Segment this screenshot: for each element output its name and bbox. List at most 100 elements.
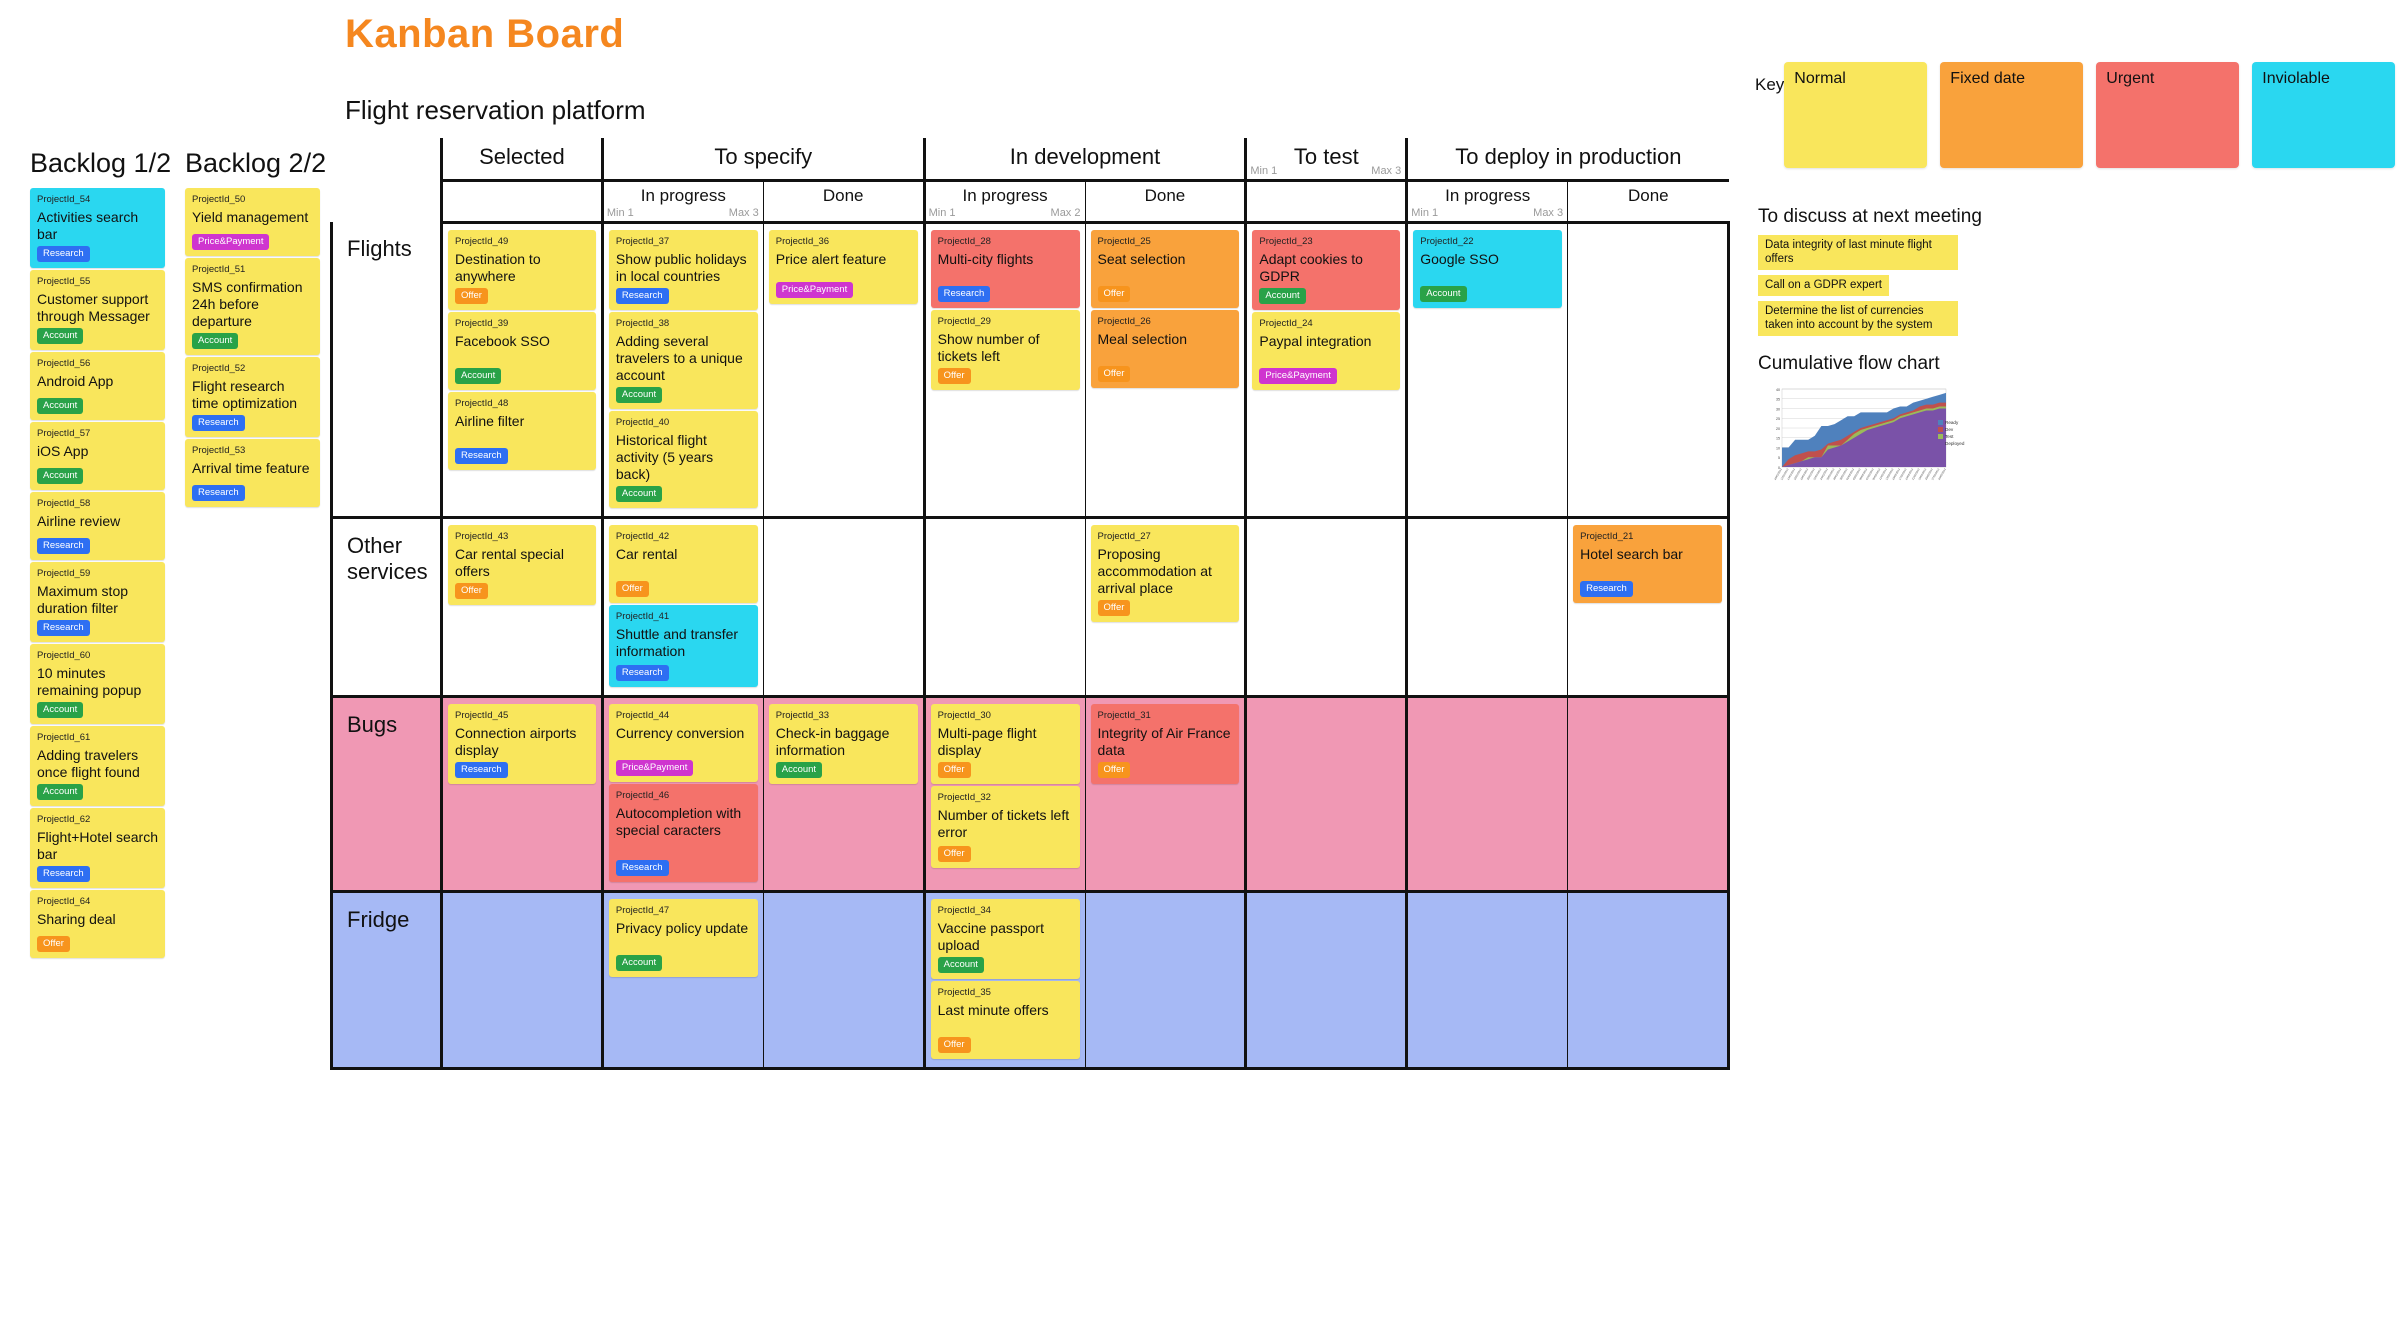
- kanban-card[interactable]: ProjectId_42 Car rental Offer: [608, 524, 758, 603]
- kanban-card[interactable]: ProjectId_30 Multi-page flight display Off…: [930, 703, 1080, 784]
- kanban-card[interactable]: ProjectId_52 Flight research time optimiz…: [185, 357, 320, 437]
- board-cell[interactable]: [1244, 517, 1407, 698]
- card-tag[interactable]: Research: [937, 285, 991, 302]
- card-tag[interactable]: Offer: [937, 845, 971, 862]
- card-tag[interactable]: Offer: [37, 936, 70, 952]
- card-tag[interactable]: Research: [615, 859, 669, 876]
- board-cell[interactable]: ProjectId_47 Privacy policy update Account: [600, 891, 764, 1070]
- card-tag[interactable]: Offer: [1097, 761, 1131, 778]
- kanban-card[interactable]: ProjectId_51 SMS confirmation 24h before …: [185, 258, 320, 355]
- board-cell[interactable]: [762, 891, 925, 1070]
- board-cell[interactable]: ProjectId_42 Car rental Offer ProjectId_41 S…: [600, 517, 764, 698]
- card-tag[interactable]: Account: [615, 386, 663, 403]
- kanban-card[interactable]: ProjectId_31 Integrity of Air France data…: [1090, 703, 1240, 784]
- card-tag[interactable]: Account: [1420, 285, 1467, 302]
- board-cell[interactable]: ProjectId_43 Car rental special offers Off…: [440, 517, 603, 698]
- board-cell[interactable]: [1567, 222, 1730, 519]
- kanban-card[interactable]: ProjectId_53 Arrival time feature Research: [185, 439, 320, 507]
- board-cell[interactable]: [1567, 696, 1730, 893]
- kanban-card[interactable]: ProjectId_48 Airline filter Research: [448, 391, 596, 470]
- discuss-item[interactable]: Call on a GDPR expert: [1758, 275, 1889, 296]
- card-tag[interactable]: Research: [455, 761, 508, 778]
- card-tag[interactable]: Account: [615, 954, 663, 971]
- kanban-card[interactable]: ProjectId_59 Maximum stop duration filter…: [30, 562, 165, 642]
- board-cell[interactable]: [1567, 891, 1730, 1070]
- card-tag[interactable]: Offer: [1097, 285, 1131, 302]
- kanban-card[interactable]: ProjectId_44 Currency conversion Price&Pay…: [608, 703, 758, 782]
- kanban-card[interactable]: ProjectId_29 Show number of tickets left O…: [930, 309, 1080, 390]
- board-cell[interactable]: ProjectId_34 Vaccine passport upload Accou…: [922, 891, 1085, 1070]
- kanban-card[interactable]: ProjectId_36 Price alert feature Price&Pay…: [768, 229, 918, 304]
- kanban-card[interactable]: ProjectId_34 Vaccine passport upload Accou…: [930, 898, 1080, 979]
- card-tag[interactable]: Account: [937, 956, 984, 973]
- kanban-card[interactable]: ProjectId_46 Autocompletion with special …: [608, 783, 758, 882]
- kanban-card[interactable]: ProjectId_39 Facebook SSO Account: [448, 311, 596, 390]
- board-cell[interactable]: ProjectId_22 Google SSO Account: [1405, 222, 1568, 519]
- card-tag[interactable]: Research: [37, 866, 90, 882]
- kanban-card[interactable]: ProjectId_22 Google SSO Account: [1413, 229, 1563, 308]
- kanban-card[interactable]: ProjectId_61 Adding travelers once flight…: [30, 726, 165, 806]
- kanban-card[interactable]: ProjectId_45 Connection airports display R…: [448, 703, 596, 784]
- kanban-card[interactable]: ProjectId_37 Show public holidays in loca…: [608, 229, 758, 310]
- kanban-card[interactable]: ProjectId_40 Historical flight activity (…: [608, 410, 758, 508]
- card-tag[interactable]: Research: [615, 664, 669, 681]
- card-tag[interactable]: Offer: [455, 287, 488, 304]
- card-tag[interactable]: Price&Payment: [1259, 367, 1337, 384]
- card-tag[interactable]: Account: [455, 367, 502, 384]
- card-tag[interactable]: Account: [192, 333, 239, 349]
- card-tag[interactable]: Account: [615, 485, 663, 502]
- kanban-card[interactable]: ProjectId_64 Sharing deal Offer: [30, 890, 165, 958]
- kanban-card[interactable]: ProjectId_58 Airline review Research: [30, 492, 165, 560]
- board-cell[interactable]: ProjectId_25 Seat selection Offer ProjectId…: [1084, 222, 1246, 519]
- board-cell[interactable]: ProjectId_23 Adapt cookies to GDPR Account…: [1244, 222, 1407, 519]
- card-tag[interactable]: Research: [615, 287, 669, 304]
- card-tag[interactable]: Research: [1580, 580, 1633, 597]
- board-cell[interactable]: ProjectId_28 Multi-city flights Research Pr…: [922, 222, 1085, 519]
- kanban-card[interactable]: ProjectId_32 Number of tickets left error…: [930, 785, 1080, 868]
- card-tag[interactable]: Account: [1259, 287, 1306, 304]
- board-cell[interactable]: [1244, 891, 1407, 1070]
- card-tag[interactable]: Research: [37, 246, 90, 262]
- board-cell[interactable]: [1084, 891, 1246, 1070]
- kanban-card[interactable]: ProjectId_21 Hotel search bar Research: [1573, 524, 1722, 603]
- kanban-card[interactable]: ProjectId_56 Android App Account: [30, 352, 165, 420]
- card-tag[interactable]: Offer: [937, 1036, 971, 1053]
- card-tag[interactable]: Account: [37, 328, 84, 344]
- board-cell[interactable]: ProjectId_21 Hotel search bar Research: [1567, 517, 1730, 698]
- kanban-card[interactable]: ProjectId_26 Meal selection Offer: [1090, 309, 1240, 388]
- card-tag[interactable]: Research: [37, 620, 90, 636]
- kanban-card[interactable]: ProjectId_57 iOS App Account: [30, 422, 165, 490]
- kanban-card[interactable]: ProjectId_25 Seat selection Offer: [1090, 229, 1240, 308]
- card-tag[interactable]: Price&Payment: [615, 759, 694, 776]
- card-tag[interactable]: Research: [192, 415, 245, 431]
- discuss-item[interactable]: Determine the list of currencies taken i…: [1758, 301, 1958, 336]
- card-tag[interactable]: Offer: [615, 580, 649, 597]
- board-cell[interactable]: ProjectId_36 Price alert feature Price&Pay…: [762, 222, 925, 519]
- card-tag[interactable]: Offer: [937, 761, 971, 778]
- board-cell[interactable]: ProjectId_44 Currency conversion Price&Pay…: [600, 696, 764, 893]
- kanban-card[interactable]: ProjectId_62 Flight+Hotel search bar Resea…: [30, 808, 165, 888]
- kanban-card[interactable]: ProjectId_50 Yield management Price&Paymen…: [185, 188, 320, 256]
- card-tag[interactable]: Account: [37, 398, 84, 414]
- kanban-card[interactable]: ProjectId_49 Destination to anywhere Offer: [448, 229, 596, 310]
- board-cell[interactable]: [1405, 517, 1568, 698]
- board-cell[interactable]: ProjectId_30 Multi-page flight display Off…: [922, 696, 1085, 893]
- card-tag[interactable]: Research: [37, 538, 90, 554]
- board-cell[interactable]: [1405, 891, 1568, 1070]
- board-cell[interactable]: ProjectId_37 Show public holidays in loca…: [600, 222, 764, 519]
- kanban-card[interactable]: ProjectId_55 Customer support through Mes…: [30, 270, 165, 350]
- kanban-card[interactable]: ProjectId_27 Proposing accommodation at a…: [1090, 524, 1240, 622]
- kanban-card[interactable]: ProjectId_47 Privacy policy update Account: [608, 898, 758, 977]
- board-cell[interactable]: [922, 517, 1085, 698]
- kanban-card[interactable]: ProjectId_43 Car rental special offers Off…: [448, 524, 596, 605]
- kanban-card[interactable]: ProjectId_33 Check-in baggage information…: [768, 703, 918, 784]
- card-tag[interactable]: Offer: [1097, 365, 1131, 382]
- kanban-card[interactable]: ProjectId_54 Activities search bar Researc…: [30, 188, 165, 268]
- kanban-card[interactable]: ProjectId_28 Multi-city flights Research: [930, 229, 1080, 308]
- card-tag[interactable]: Offer: [937, 367, 971, 384]
- kanban-card[interactable]: ProjectId_60 10 minutes remaining popup Ac…: [30, 644, 165, 724]
- board-cell[interactable]: [1405, 696, 1568, 893]
- kanban-card[interactable]: ProjectId_23 Adapt cookies to GDPR Account: [1252, 229, 1401, 310]
- kanban-card[interactable]: ProjectId_41 Shuttle and transfer informa…: [608, 604, 758, 687]
- kanban-card[interactable]: ProjectId_38 Adding several travelers to …: [608, 311, 758, 409]
